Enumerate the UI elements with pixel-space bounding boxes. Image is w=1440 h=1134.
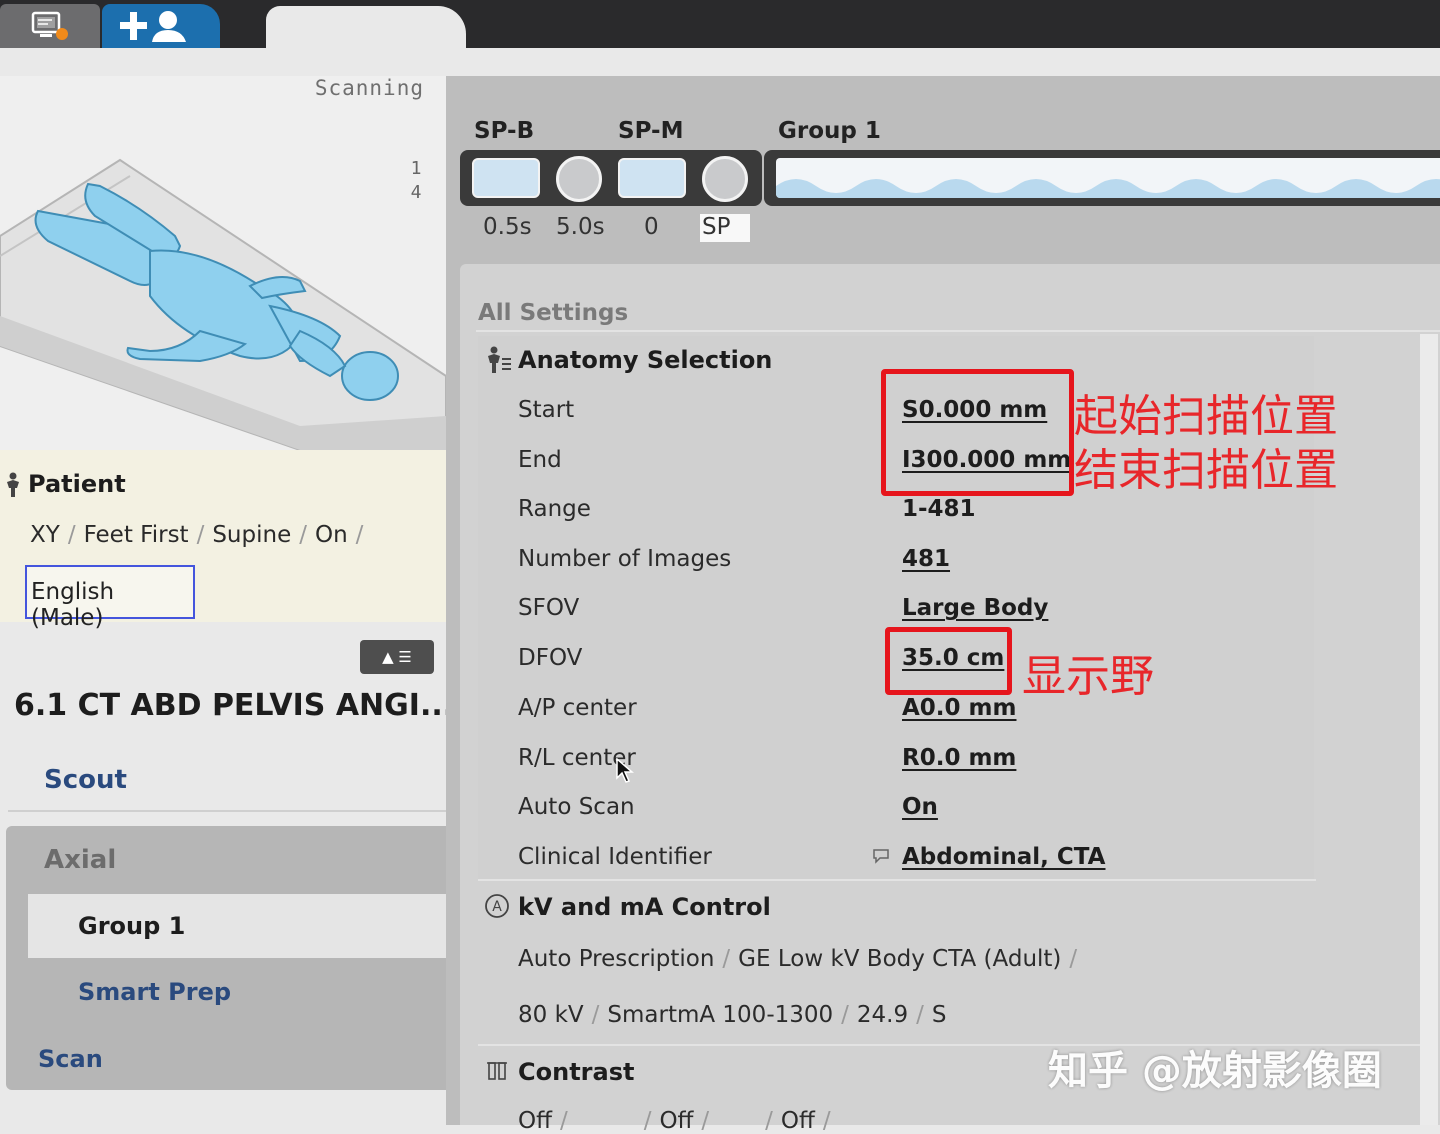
contrast-syringe-icon [487, 1062, 507, 1080]
tab-active[interactable] [266, 6, 466, 76]
kv-protocol-value[interactable]: GE Low kV Body CTA (Adult) [738, 946, 1061, 972]
kv-value[interactable]: 80 kV [518, 1002, 584, 1028]
series-axial[interactable]: Axial [44, 845, 116, 875]
kv-values-row[interactable]: 80 kV / SmartmA 100-1300/24.9/S [518, 1002, 946, 1028]
contrast-value[interactable]: Off [518, 1108, 552, 1134]
monitor-alert-icon [31, 11, 68, 40]
scan-count-digit: 4 [410, 182, 422, 203]
series-scout[interactable]: Scout [44, 765, 127, 795]
scan-item[interactable]: Scan [38, 1045, 103, 1073]
collapse-list-icon: ▲ ☰ [382, 648, 412, 666]
patient-posture[interactable]: Supine [212, 522, 291, 548]
mouse-pointer-icon [616, 758, 634, 783]
kv-ma-section-title[interactable]: kV and mA Control [518, 893, 771, 921]
timeline-label-group: Group 1 [778, 118, 881, 144]
auto-prescription-value[interactable]: Auto Prescription [518, 946, 714, 972]
timeline-delay-node[interactable] [702, 156, 748, 202]
voice-language-field[interactable]: English (Male) [25, 565, 195, 631]
all-settings-title: All Settings [478, 300, 629, 326]
patient-position-illustration [0, 76, 447, 451]
timeline-sp-field[interactable]: SP [700, 214, 750, 242]
patient-position-row[interactable]: XY / Feet First / Supine / On / [30, 522, 371, 548]
smart-ma-value[interactable]: SmartmA 100-1300 [607, 1002, 833, 1028]
setting-value-rl-center[interactable]: R0.0 mm [902, 745, 1016, 771]
timeline-label-spb: SP-B [474, 118, 535, 144]
contrast-section-title[interactable]: Contrast [518, 1058, 634, 1086]
smart-prep-item[interactable]: Smart Prep [78, 978, 231, 1006]
patient-on-table-image [0, 158, 447, 451]
annotation-end-note: 结束扫描位置 [1074, 445, 1338, 496]
divider [478, 879, 1316, 881]
watermark: 知乎 @放射影像圈 [1048, 1048, 1382, 1094]
timeline-time: 5.0s [556, 214, 605, 240]
setting-label-number-of-images: Number of Images [518, 546, 732, 572]
add-patient-icon [120, 11, 186, 42]
setting-label-dfov: DFOV [518, 645, 583, 671]
comment-icon[interactable] [872, 848, 890, 864]
rotation-value[interactable]: S [932, 1002, 947, 1028]
setting-value-clinical-identifier[interactable]: Abdominal, CTA [902, 844, 1106, 870]
timeline-time: 0.5s [483, 214, 532, 240]
svg-text:A: A [492, 899, 502, 915]
kv-prescription-row[interactable]: Auto Prescription / GE Low kV Body CTA (Ad… [518, 946, 1085, 972]
protocol-title: 6.1 CT ABD PELVIS ANGI... [14, 688, 455, 723]
timeline-time: 0 [644, 214, 659, 240]
patient-entry[interactable]: Feet First [84, 522, 189, 548]
setting-label-start: Start [518, 397, 575, 423]
contrast-values-row[interactable]: Off / / Off / / Off / [518, 1108, 839, 1134]
setting-label-sfov: SFOV [518, 595, 580, 621]
group-wave-graphic [776, 179, 1440, 198]
timeline-label-spm: SP-M [618, 118, 684, 144]
top-strip [0, 48, 270, 76]
scanning-status-label: Scanning [314, 76, 424, 100]
collapse-list-button[interactable]: ▲ ☰ [360, 640, 434, 674]
scan-count-digit: 1 [410, 158, 422, 179]
setting-value-range: 1-481 [902, 496, 976, 522]
setting-value-sfov[interactable]: Large Body [902, 595, 1048, 621]
contrast-value[interactable]: Off [781, 1108, 815, 1134]
setting-label-auto-scan: Auto Scan [518, 794, 635, 820]
setting-value-auto-scan[interactable]: On [902, 794, 938, 820]
patient-icon [7, 472, 19, 497]
auto-a-icon: A [485, 894, 509, 918]
timeline-block-group[interactable] [776, 158, 1440, 198]
setting-label-range: Range [518, 496, 591, 522]
timeline-delay-node[interactable] [556, 156, 602, 202]
divider [476, 330, 1440, 332]
timeline-block-spb[interactable] [472, 158, 540, 198]
setting-label-end: End [518, 447, 562, 473]
settings-scrollbar[interactable] [1420, 334, 1438, 1125]
annotation-dfov-note: 显示野 [1022, 651, 1154, 702]
noise-index-value[interactable]: 24.9 [857, 1002, 908, 1028]
setting-label-clinical-identifier: Clinical Identifier [518, 844, 712, 870]
annotation-box-start-end [881, 369, 1074, 496]
tab-monitor[interactable] [0, 4, 100, 48]
setting-value-ap-center[interactable]: A0.0 mm [902, 695, 1016, 721]
group-label[interactable]: Group 1 [78, 912, 185, 940]
contrast-value[interactable]: Off [659, 1108, 693, 1134]
tab-add-patient[interactable] [102, 4, 220, 48]
setting-value-number-of-images[interactable]: 481 [902, 546, 950, 572]
setting-label-ap-center: A/P center [518, 695, 637, 721]
top-strip-right [440, 48, 1440, 76]
divider [8, 810, 446, 812]
patient-orientation[interactable]: XY [30, 522, 60, 548]
anatomy-icon [488, 346, 511, 373]
annotation-box-dfov [885, 627, 1012, 695]
patient-title: Patient [28, 470, 126, 498]
timeline-block-spm[interactable] [618, 158, 686, 198]
anatomy-section-title[interactable]: Anatomy Selection [518, 346, 772, 374]
patient-toggle[interactable]: On [315, 522, 348, 548]
